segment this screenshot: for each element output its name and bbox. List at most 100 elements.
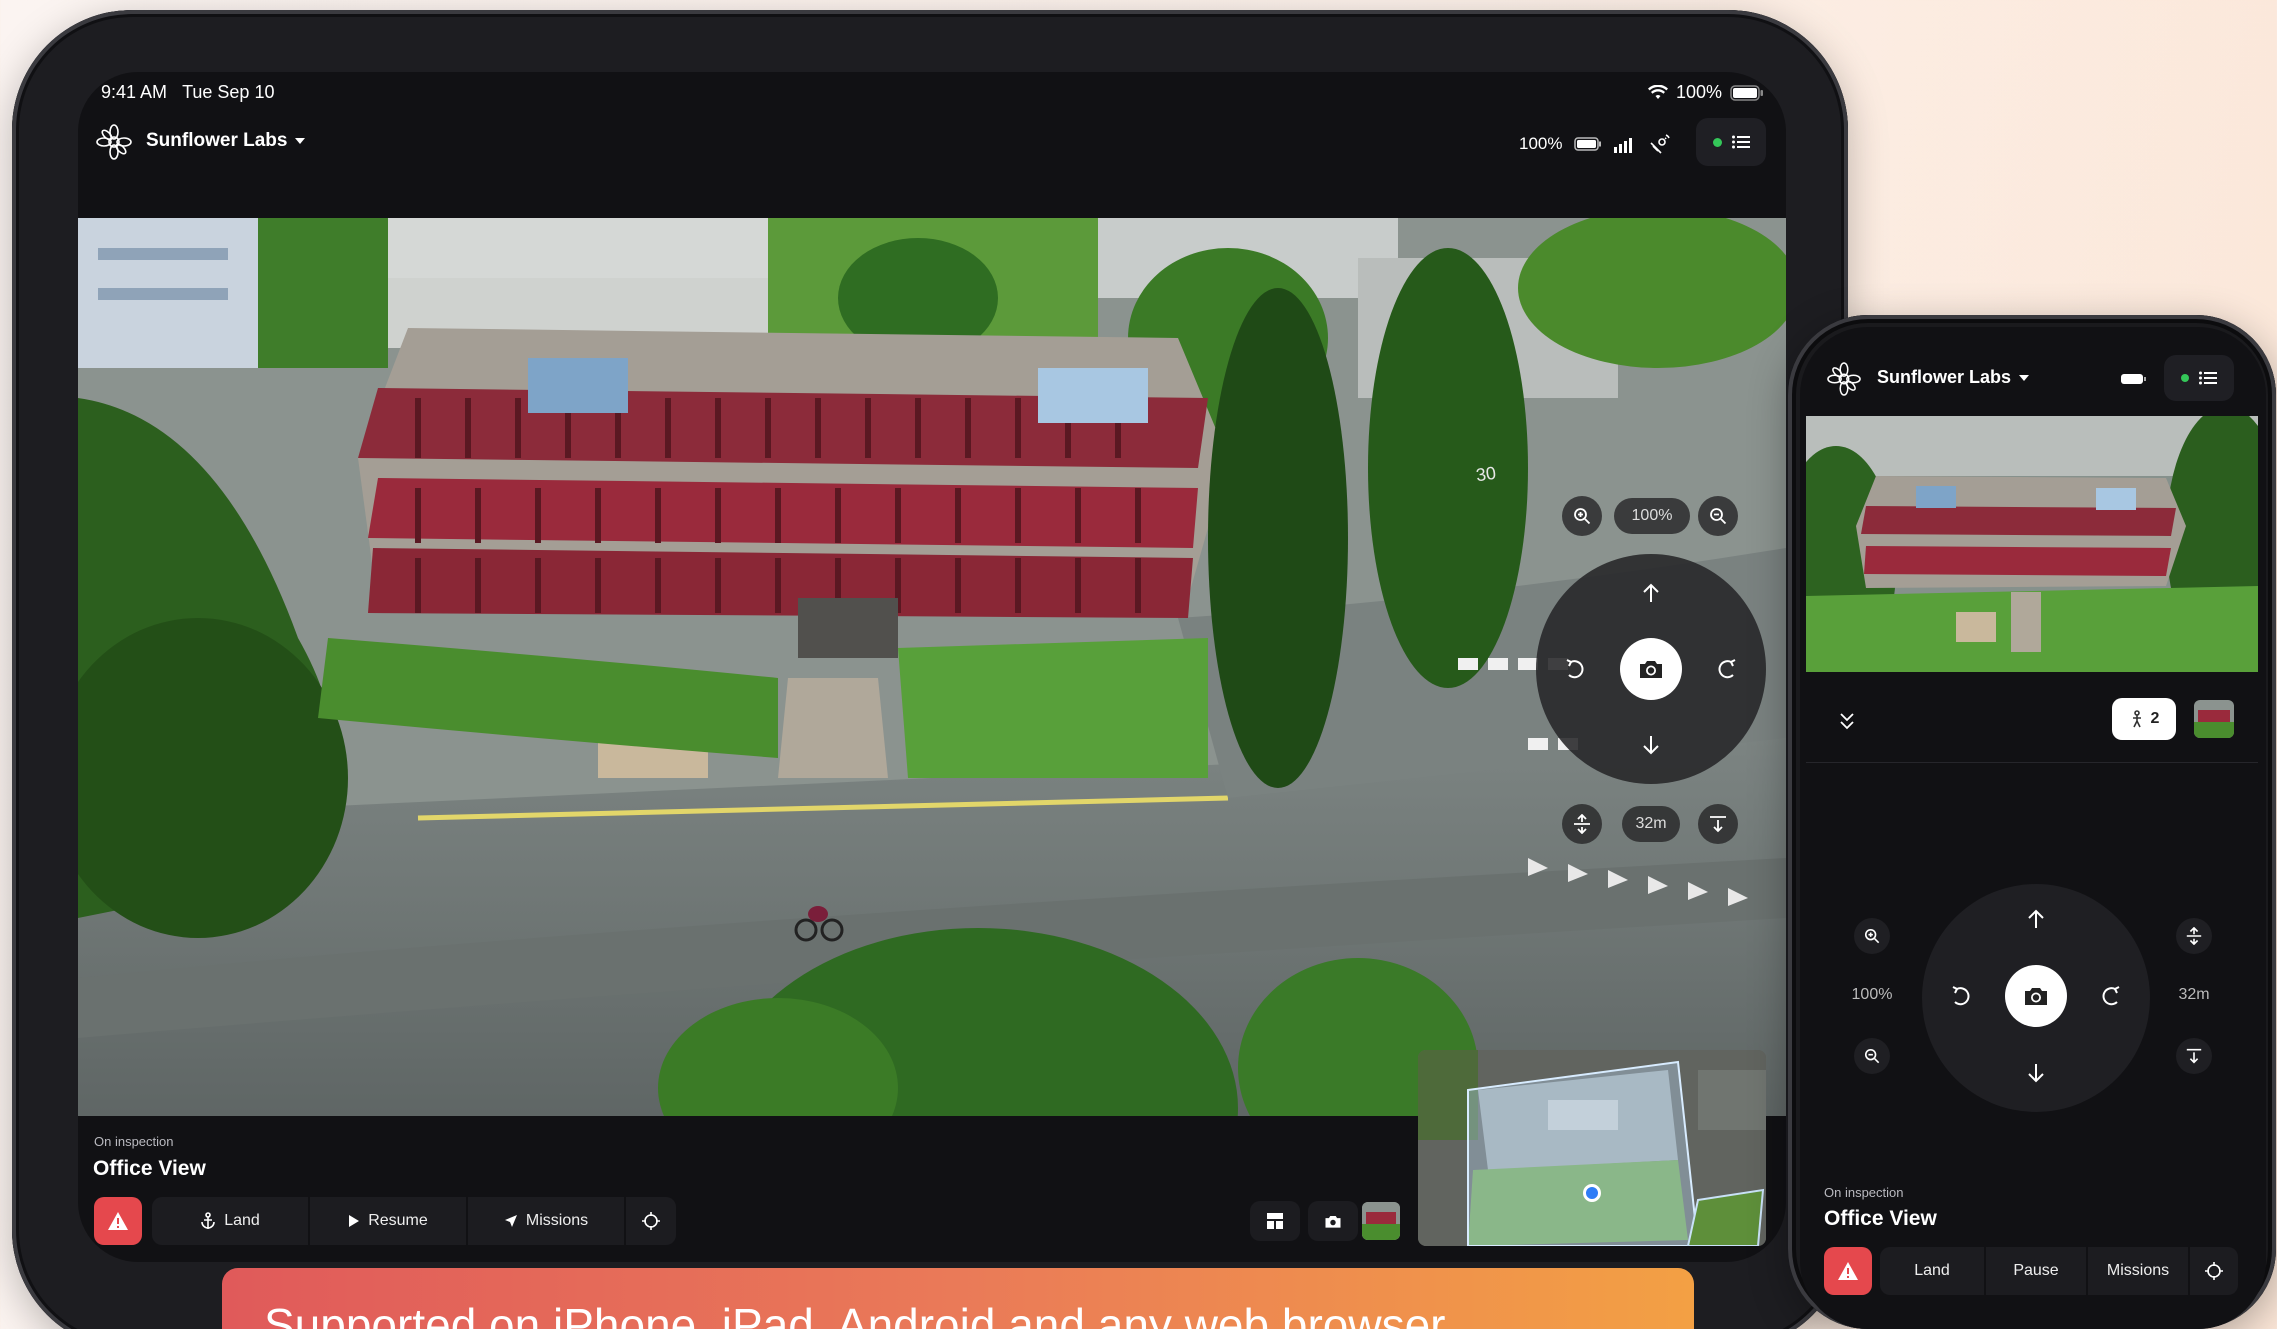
layout-icon <box>1267 1213 1283 1229</box>
status-dot <box>1712 137 1722 147</box>
zoom-out-button[interactable] <box>1698 496 1738 536</box>
play-icon <box>349 1215 360 1227</box>
arrow-down-icon <box>2028 1064 2044 1083</box>
camera-icon <box>1640 661 1662 678</box>
arrow-down-icon <box>1643 736 1659 755</box>
alert-icon <box>108 1212 128 1230</box>
emergency-button[interactable] <box>94 1197 142 1245</box>
people-detected-badge[interactable]: 2 <box>2112 698 2176 740</box>
ascend-icon <box>2186 927 2202 945</box>
gps-icon <box>1650 134 1671 154</box>
inspection-label: On inspection <box>94 1134 174 1149</box>
chevron-down-icon <box>2019 374 2030 381</box>
rotate-right-button[interactable] <box>1712 654 1742 684</box>
snapshot-button[interactable] <box>1308 1201 1358 1241</box>
signal-icon <box>1614 138 1633 153</box>
descend-button[interactable] <box>1698 804 1738 844</box>
mini-map[interactable] <box>1418 1050 1766 1246</box>
inspection-title: Office View <box>93 1157 206 1180</box>
chevrons-down-icon <box>1840 713 1854 730</box>
missions-button[interactable]: Missions <box>2088 1247 2188 1295</box>
zoom-in-button[interactable] <box>1562 496 1602 536</box>
descend-button[interactable] <box>2176 1038 2212 1074</box>
battery-icon <box>1730 84 1764 101</box>
list-icon <box>1731 135 1750 149</box>
crosshair-icon <box>2205 1262 2223 1280</box>
divider <box>1806 762 2258 763</box>
camera-icon <box>1325 1215 1341 1228</box>
drone-location-marker <box>1583 1184 1601 1202</box>
zoom-in-icon <box>1574 508 1591 525</box>
person-icon <box>2132 710 2141 728</box>
ascend-button[interactable] <box>1562 804 1602 844</box>
status-time: 9:41 AM Tue Sep 10 <box>101 82 275 102</box>
anchor-icon <box>201 1212 216 1229</box>
zoom-in-icon <box>1864 928 1880 944</box>
rotate-left-button[interactable] <box>1560 654 1590 684</box>
drone-status: 100% <box>1519 132 1672 156</box>
altitude-readout: 32m <box>1622 806 1680 842</box>
drone-battery-text: 100% <box>1519 134 1563 153</box>
emergency-button[interactable] <box>1824 1247 1872 1295</box>
land-label: Land <box>224 1212 260 1229</box>
alert-icon <box>1838 1262 1858 1280</box>
collapse-button[interactable] <box>1832 706 1862 736</box>
menu-button[interactable] <box>2164 355 2234 401</box>
org-name: Sunflower Labs <box>1877 367 2012 387</box>
status-right: 100% <box>1648 82 1764 103</box>
zoom-in-button[interactable] <box>1854 918 1890 954</box>
zoom-out-button[interactable] <box>1854 1038 1890 1074</box>
navigation-icon <box>504 1215 517 1227</box>
arrow-up-icon <box>2028 909 2044 928</box>
org-selector[interactable]: Sunflower Labs <box>146 130 306 152</box>
pause-button[interactable]: Pause <box>1986 1247 2086 1295</box>
menu-button[interactable] <box>1696 118 1766 166</box>
resume-button[interactable]: Resume <box>310 1197 466 1245</box>
layout-button[interactable] <box>1250 1201 1300 1241</box>
locate-button[interactable] <box>2190 1247 2238 1295</box>
rotate-right-button[interactable] <box>2096 981 2126 1011</box>
capture-photo-button[interactable] <box>1620 638 1682 700</box>
rotate-left-button[interactable] <box>1946 981 1976 1011</box>
move-down-button[interactable] <box>1636 730 1666 760</box>
banner-text: Supported on iPhone, iPad, Android and a… <box>264 1299 1446 1329</box>
descend-icon <box>1710 816 1726 833</box>
aerial-scene <box>78 218 1786 1116</box>
missions-button[interactable]: Missions <box>468 1197 624 1245</box>
feed-thumbnail[interactable] <box>2194 700 2234 738</box>
battery-icon <box>2120 372 2146 386</box>
feed-thumbnail[interactable] <box>1362 1202 1400 1240</box>
status-dot <box>2181 374 2189 382</box>
land-button[interactable]: Land <box>152 1197 308 1245</box>
capture-photo-button[interactable] <box>2005 965 2067 1027</box>
ascend-button[interactable] <box>2176 918 2212 954</box>
sunflower-logo-icon <box>1827 362 1861 396</box>
resume-label: Resume <box>368 1212 428 1229</box>
platform-banner: Supported on iPhone, iPad, Android and a… <box>222 1268 1694 1329</box>
move-up-button[interactable] <box>1636 578 1666 608</box>
inspection-label: On inspection <box>1824 1185 1904 1200</box>
crosshair-icon <box>642 1212 660 1230</box>
zoom-level: 100% <box>1614 498 1690 534</box>
zoom-out-icon <box>1864 1048 1880 1064</box>
people-count: 2 <box>2150 710 2160 727</box>
rotate-right-icon <box>1718 659 1736 679</box>
org-name: Sunflower Labs <box>146 130 288 151</box>
org-selector[interactable]: Sunflower Labs <box>1877 367 2030 388</box>
move-down-button[interactable] <box>2021 1058 2051 1088</box>
drone-video-feed[interactable] <box>1806 416 2258 672</box>
rotate-left-icon <box>1566 659 1584 679</box>
list-icon <box>2199 371 2217 385</box>
pause-label: Pause <box>2013 1262 2059 1279</box>
descend-icon <box>2186 1048 2202 1064</box>
inspection-title: Office View <box>1824 1207 1937 1230</box>
locate-button[interactable] <box>626 1197 676 1245</box>
arrow-up-icon <box>1643 583 1659 602</box>
land-button[interactable]: Land <box>1880 1247 1984 1295</box>
battery-icon <box>1574 137 1602 151</box>
zoom-level: 100% <box>1851 986 1893 1003</box>
drone-video-feed[interactable] <box>78 218 1786 1116</box>
move-up-button[interactable] <box>2021 904 2051 934</box>
wifi-icon <box>1648 84 1668 99</box>
rotate-left-icon <box>1952 986 1970 1006</box>
